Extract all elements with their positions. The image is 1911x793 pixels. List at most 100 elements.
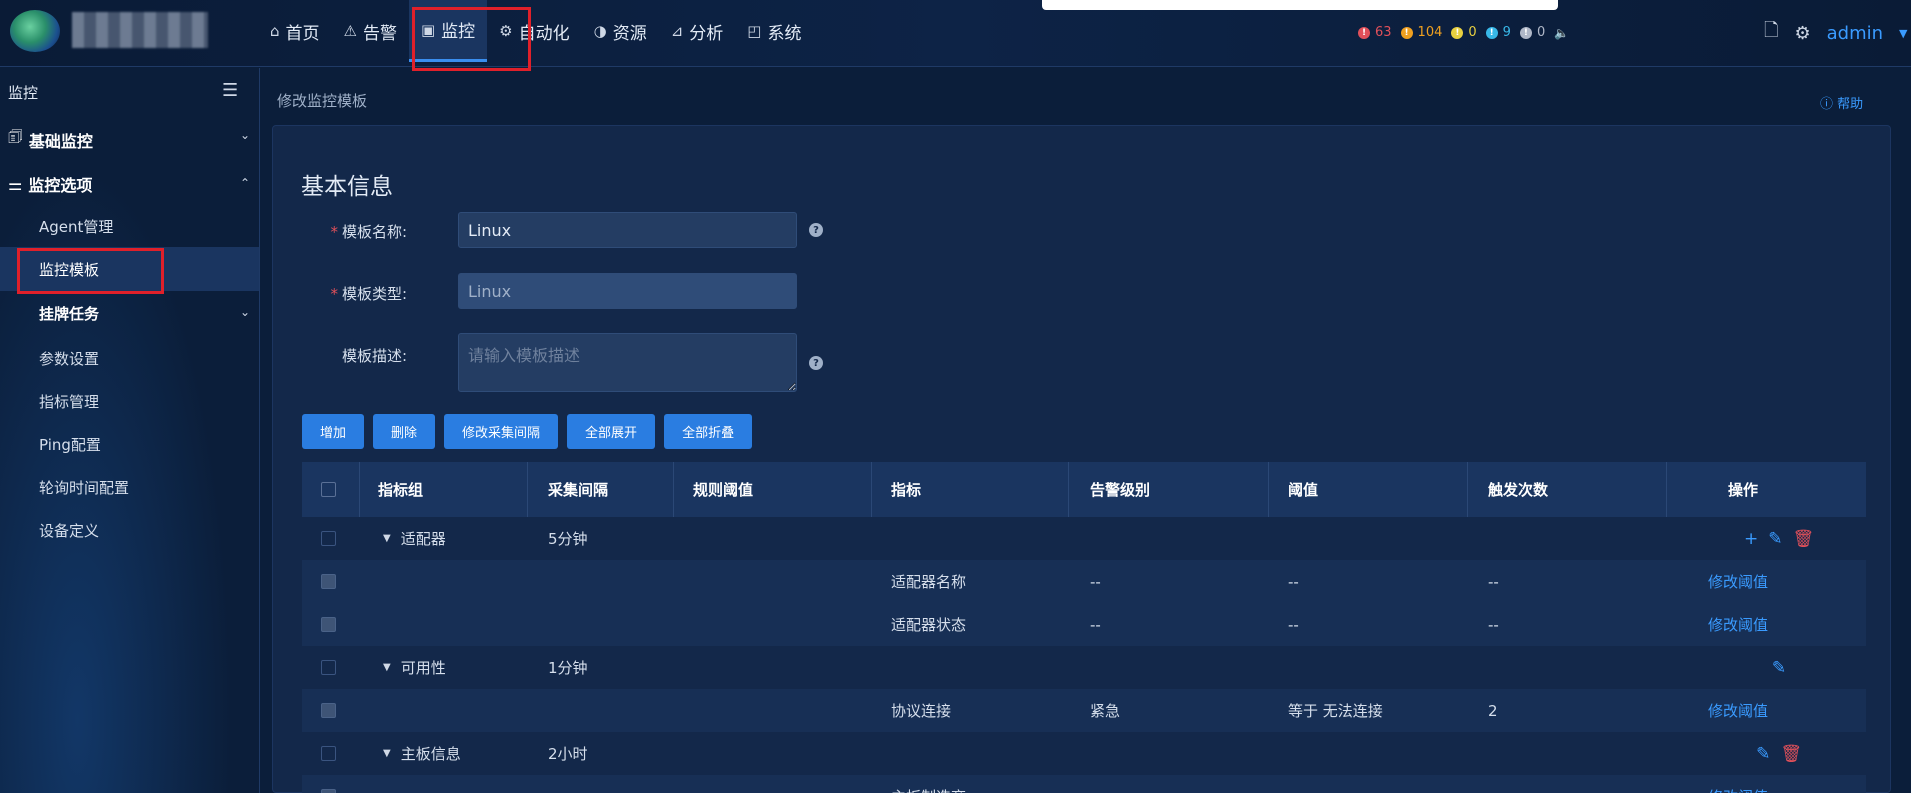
alert-dot-icon: ! bbox=[1358, 26, 1370, 39]
logo-text-blurred bbox=[72, 12, 208, 48]
row-checkbox[interactable] bbox=[321, 646, 336, 689]
add-icon[interactable]: + bbox=[1744, 529, 1758, 549]
row-checkbox[interactable] bbox=[321, 775, 336, 793]
group-name-cell[interactable]: ▼ 主板信息 bbox=[383, 732, 461, 775]
level-cell: -- bbox=[1090, 615, 1101, 634]
sidebar-item-metrics[interactable]: 指标管理 bbox=[39, 391, 99, 412]
caret-down-icon[interactable]: ▼ bbox=[383, 662, 391, 673]
edit-threshold-link[interactable]: 修改阈值 bbox=[1708, 603, 1768, 646]
sidebar: 监控 ☰ 🗊 基础监控 ⌄ ⚌ 监控选项 ⌃ Agent管理 监控模板 挂牌任务… bbox=[0, 68, 260, 793]
chevron-down-icon[interactable]: ▼ bbox=[1899, 27, 1907, 40]
nav-item-1[interactable]: ⚠ 告警 bbox=[332, 0, 409, 62]
metric-cell: 适配器状态 bbox=[891, 616, 967, 634]
group-name-cell[interactable]: ▼ 可用性 bbox=[383, 646, 446, 689]
row-checkbox[interactable] bbox=[321, 603, 336, 646]
col-header-threshold: 阈值 bbox=[1288, 481, 1319, 499]
interval-cell: 5分钟 bbox=[548, 530, 588, 548]
main-nav: ⌂ 首页 ⚠ 告警 ▣ 监控 ⚙ 自动化 ◑ 资源 ⊿ 分析 ◰ 系统 bbox=[258, 0, 813, 62]
nav-item-2[interactable]: ▣ 监控 bbox=[408, 0, 488, 62]
col-header-group: 指标组 bbox=[378, 481, 424, 499]
edit-threshold-link[interactable]: 修改阈值 bbox=[1708, 689, 1768, 732]
row-checkbox[interactable] bbox=[321, 689, 336, 732]
row-checkbox[interactable] bbox=[321, 732, 336, 775]
edit-icon[interactable]: ✎ bbox=[1768, 529, 1782, 549]
row-actions: ✎ 🗑 bbox=[1714, 732, 1834, 775]
template-name-label: * 模板名称: bbox=[330, 223, 407, 241]
sidebar-item-monitor-template[interactable]: 监控模板 bbox=[39, 259, 99, 280]
sidebar-item-tag-task[interactable]: 挂牌任务 bbox=[39, 303, 99, 324]
sidebar-item-agent[interactable]: Agent管理 bbox=[39, 216, 113, 237]
caret-down-icon[interactable]: ▼ bbox=[383, 533, 391, 544]
chevron-down-icon[interactable]: ⌄ bbox=[240, 305, 250, 319]
row-checkbox[interactable] bbox=[321, 560, 336, 603]
right-tools: 🗋 ⚙ admin ▼ bbox=[1764, 18, 1908, 48]
add-button[interactable]: 增加 bbox=[302, 414, 365, 449]
monitor-basic-icon: 🗊 bbox=[8, 127, 23, 146]
sidebar-group-basic-monitor[interactable]: 🗊 基础监控 bbox=[8, 126, 93, 153]
alert-dot-icon: ! bbox=[1485, 26, 1498, 39]
trigger-cell: -- bbox=[1488, 572, 1499, 591]
chevron-up-icon[interactable]: ⌃ bbox=[240, 176, 250, 190]
template-type-input bbox=[458, 273, 797, 309]
nav-item-4[interactable]: ◑ 资源 bbox=[582, 0, 659, 62]
nav-item-6[interactable]: ◰ 系统 bbox=[735, 0, 813, 62]
select-all-checkbox[interactable] bbox=[321, 462, 336, 517]
collapse-all-button[interactable]: 全部折叠 bbox=[664, 414, 753, 449]
chevron-down-icon[interactable]: ⌄ bbox=[240, 128, 250, 142]
edit-icon[interactable]: ✎ bbox=[1756, 744, 1770, 764]
collapse-menu-icon[interactable]: ☰ bbox=[222, 80, 238, 101]
sidebar-item-ping[interactable]: Ping配置 bbox=[39, 434, 101, 455]
interval-cell: 2小时 bbox=[548, 745, 588, 763]
gear-automation-icon: ⚙ bbox=[499, 22, 513, 40]
sidebar-group-monitor-options[interactable]: ⚌ 监控选项 bbox=[8, 172, 92, 196]
delete-icon[interactable]: 🗑 bbox=[1792, 529, 1814, 549]
table-group-row: ▼ 可用性 1分钟 ✎ bbox=[302, 646, 1866, 689]
sidebar-item-device-def[interactable]: 设备定义 bbox=[39, 520, 99, 541]
gear-icon[interactable]: ⚙ bbox=[1794, 23, 1810, 44]
row-checkbox[interactable] bbox=[321, 517, 336, 560]
home-icon: ⌂ bbox=[270, 22, 280, 40]
nav-item-0[interactable]: ⌂ 首页 bbox=[258, 0, 332, 62]
nav-item-5[interactable]: ⊿ 分析 bbox=[659, 0, 736, 62]
col-header-rule: 规则阈值 bbox=[693, 481, 754, 499]
user-menu[interactable]: admin bbox=[1827, 23, 1883, 44]
table-group-row: ▼ 适配器 5分钟 + ✎ 🗑 bbox=[302, 517, 1866, 560]
delete-button[interactable]: 删除 bbox=[373, 414, 436, 449]
alert-count: 104 bbox=[1417, 25, 1443, 40]
alert-count: 9 bbox=[1502, 25, 1511, 40]
nav-item-label: 系统 bbox=[767, 23, 802, 44]
document-icon[interactable]: 🗋 bbox=[1764, 18, 1778, 48]
group-name-cell[interactable]: ▼ 适配器 bbox=[383, 517, 446, 560]
caret-down-icon[interactable]: ▼ bbox=[383, 748, 391, 759]
sidebar-item-poll-time[interactable]: 轮询时间配置 bbox=[39, 477, 129, 498]
action-buttons: 增加 删除 修改采集间隔 全部展开 全部折叠 bbox=[302, 414, 753, 449]
section-title: 基本信息 bbox=[301, 174, 393, 200]
help-question-icon[interactable]: ? bbox=[809, 356, 823, 370]
nav-item-label: 自动化 bbox=[518, 23, 570, 44]
metrics-table: 指标组 采集间隔 规则阈值 指标 告警级别 阈值 触发次数 操作 ▼ 适配器 5分钟… bbox=[302, 462, 1866, 793]
template-desc-input[interactable] bbox=[458, 333, 797, 392]
help-link[interactable]: ⓘ 帮助 bbox=[1820, 93, 1863, 112]
logo bbox=[10, 10, 60, 52]
threshold-cell: -- bbox=[1288, 572, 1299, 591]
edit-threshold-link[interactable]: 修改阈值 bbox=[1708, 560, 1768, 603]
col-header-trigger: 触发次数 bbox=[1488, 481, 1549, 499]
search-bar[interactable] bbox=[1042, 0, 1558, 10]
nav-item-3[interactable]: ⚙ 自动化 bbox=[487, 0, 581, 62]
edit-icon[interactable]: ✎ bbox=[1772, 658, 1786, 678]
metric-cell: 适配器名称 bbox=[891, 573, 967, 591]
alert-summary[interactable]: ! 63! 104! 0! 9! 0 🔈 bbox=[1358, 25, 1569, 40]
help-question-icon[interactable]: ? bbox=[809, 223, 823, 237]
edit-threshold-link[interactable]: 修改阈值 bbox=[1708, 775, 1768, 793]
table-row: 适配器名称 -- -- -- 修改阈值 bbox=[302, 560, 1866, 603]
required-mark: * bbox=[330, 223, 338, 241]
sidebar-item-params[interactable]: 参数设置 bbox=[39, 348, 99, 369]
expand-all-button[interactable]: 全部展开 bbox=[567, 414, 656, 449]
table-group-row: ▼ 主板信息 2小时 ✎ 🗑 bbox=[302, 732, 1866, 775]
alert-icon: ⚠ bbox=[343, 22, 357, 40]
level-cell: -- bbox=[1090, 572, 1101, 591]
edit-interval-button[interactable]: 修改采集间隔 bbox=[444, 414, 559, 449]
sound-icon[interactable]: 🔈 bbox=[1554, 26, 1569, 40]
template-name-input[interactable] bbox=[458, 212, 797, 248]
delete-icon[interactable]: 🗑 bbox=[1780, 744, 1802, 764]
